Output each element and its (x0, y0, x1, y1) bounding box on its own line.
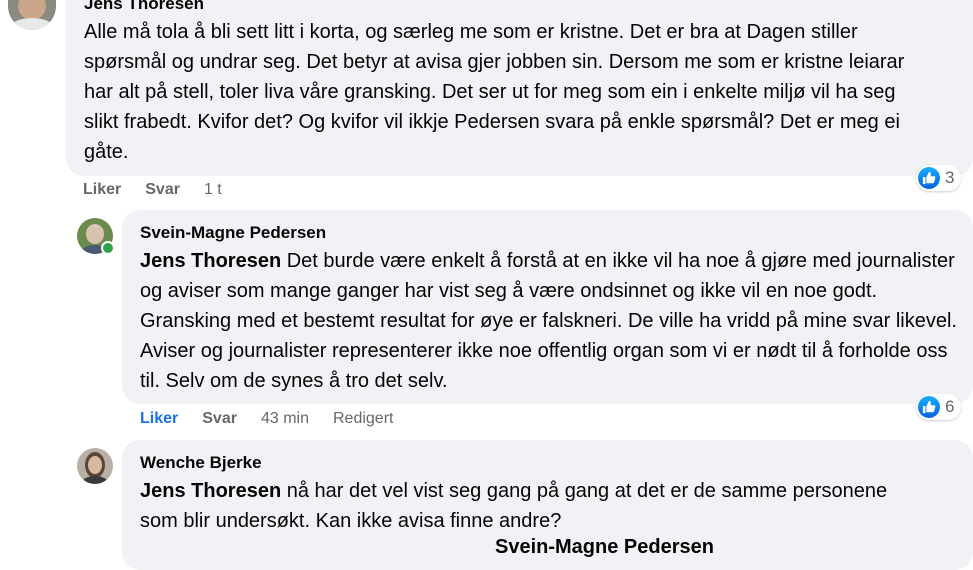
comment-text: Jens Thoresen nå har det vel vist seg ga… (140, 476, 930, 536)
like-icon (918, 396, 940, 418)
reaction-summary[interactable]: 6 (916, 394, 962, 420)
comment-text-cutoff-line: Svein-Magne Pedersen (495, 532, 795, 562)
mention-link[interactable]: Jens Thoresen (140, 480, 281, 502)
mention-link[interactable]: Svein-Magne Pedersen (495, 536, 714, 558)
avatar-image (77, 448, 113, 484)
like-icon (918, 167, 940, 189)
comment-author[interactable]: Wenche Bjerke (140, 453, 262, 473)
reaction-summary[interactable]: 3 (916, 165, 962, 191)
like-button[interactable]: Liker (83, 181, 121, 199)
avatar-wenche-bjerke[interactable] (77, 448, 113, 484)
reaction-count: 6 (945, 397, 955, 416)
timestamp[interactable]: 1 t (204, 181, 222, 199)
avatar-jens-thoresen[interactable] (8, 0, 56, 30)
comment-actions: Liker Svar 1 t (83, 181, 246, 199)
online-status-indicator (101, 241, 115, 255)
reaction-count: 3 (945, 168, 955, 187)
comment-author[interactable]: Jens Thoresen (84, 0, 204, 14)
avatar-image (8, 0, 56, 30)
reply-button[interactable]: Svar (202, 410, 237, 428)
edited-label: Redigert (332, 410, 394, 427)
comment-text: Jens Thoresen Det burde være enkelt å fo… (140, 246, 966, 396)
comment-text: Alle må tola å bli sett litt i korta, og… (84, 21, 905, 163)
mention-link[interactable]: Jens Thoresen (140, 250, 281, 272)
comment-actions: Liker Svar 43 min Redigert (140, 410, 393, 428)
like-button[interactable]: Liker (140, 410, 178, 428)
reply-button[interactable]: Svar (145, 181, 180, 199)
timestamp[interactable]: 43 min (261, 410, 309, 428)
comment-author[interactable]: Svein-Magne Pedersen (140, 223, 326, 243)
